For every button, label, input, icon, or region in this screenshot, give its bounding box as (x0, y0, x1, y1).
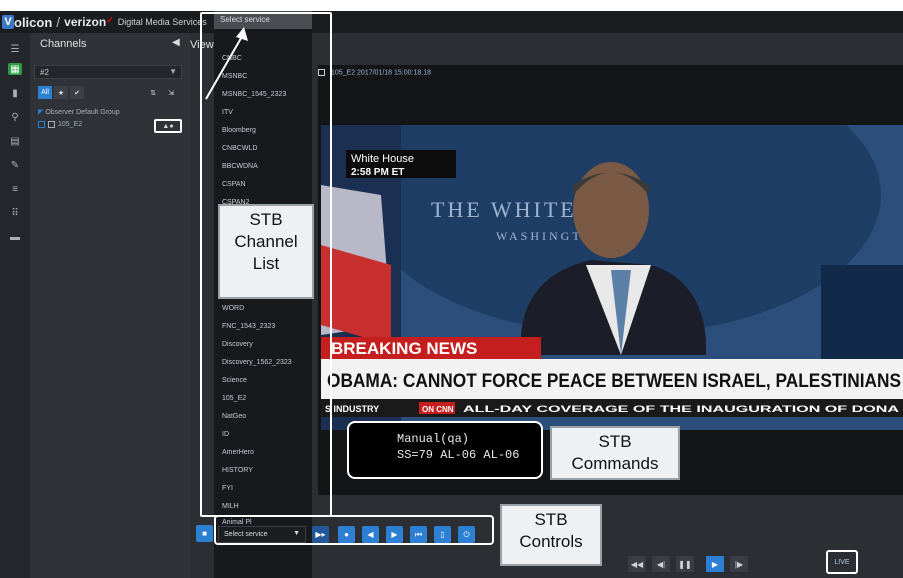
channel-item[interactable]: 105_E2 (38, 121, 82, 128)
channels-title: Channels (40, 38, 87, 50)
list-icon[interactable]: ≡ (8, 183, 22, 195)
volicon-logo: V olicon / verizon✓ Digital Media Servic… (2, 14, 207, 30)
filter-icon[interactable]: ▼ (169, 67, 177, 76)
backdrop-text: THE WHITE (431, 197, 577, 222)
all-button[interactable]: All (38, 86, 52, 99)
step-back-button[interactable]: ◀| (652, 556, 670, 572)
headline-text: OBAMA: CANNOT FORCE PEACE BETWEEN ISRAEL… (327, 371, 901, 392)
grid-icon[interactable]: ▤ (8, 135, 22, 147)
time-text: 2:58 PM ET (351, 167, 404, 178)
bookmark-icon[interactable]: ▮ (8, 87, 22, 99)
channel-toolbar-right: ⇅ ⇲ (146, 86, 178, 99)
ticker-left: S INDUSTRY (325, 404, 379, 414)
stream-title-text: 105_E2 2017/01/18 15:00:18.18 (330, 69, 431, 77)
callout-line: STB (534, 510, 568, 529)
search-value: #2 (40, 68, 49, 77)
left-nav: ☰ ▦ ▮ ⚲ ▤ ✎ ≡ ⠿ ▬ (0, 33, 30, 578)
callout-controls: STB Controls (500, 504, 602, 566)
logo-text: olicon (14, 14, 53, 30)
verizon-logo: verizon✓ (64, 15, 114, 29)
callout-channel-list: STB Channel List (218, 204, 314, 299)
collapse-icon[interactable]: ◀ (172, 37, 180, 48)
logo-initial: V (2, 15, 14, 29)
layout-icon[interactable]: ▬ (8, 231, 22, 243)
channel-toolbar: All ★ ✔ (38, 86, 84, 99)
channel-group[interactable]: ◤ Observer Default Group (38, 108, 120, 116)
group-expand-icon[interactable]: ◤ (38, 109, 43, 116)
callout-line: Controls (519, 532, 583, 551)
video-frame[interactable]: White House 2:58 PM ET THE WHITE WASHING… (321, 125, 903, 430)
step-forward-button[interactable]: |▶ (730, 556, 748, 572)
check-icon[interactable]: ✔ (70, 86, 84, 99)
export-icon[interactable]: ⇲ (164, 86, 178, 99)
edit-icon[interactable]: ✎ (8, 159, 22, 171)
menu-icon[interactable]: ☰ (8, 43, 22, 55)
callout-line: Commands (571, 454, 659, 473)
breaking-news-text: BREAKING NEWS (331, 339, 477, 358)
search-icon[interactable]: ⚲ (8, 111, 22, 123)
channels-panel: Channels ◀ #2 ▼ All ★ ✔ ⇅ ⇲ ◤ Observer D… (30, 33, 190, 578)
sort-icon[interactable]: ⇅ (146, 86, 160, 99)
callout-line: STB (598, 432, 632, 451)
white-house-text: White House (351, 153, 414, 165)
partner-name: verizon (64, 15, 107, 29)
pause-button[interactable]: ❚❚ (676, 556, 694, 572)
stb-controls-highlight (214, 515, 494, 545)
stream-title: 105_E2 2017/01/18 15:00:18.18 (318, 69, 431, 76)
rewind-button[interactable]: ◀◀ (628, 556, 646, 572)
video-area: 105_E2 2017/01/18 15:00:18.18 White Hous… (312, 33, 903, 578)
play-button[interactable]: ▶ (706, 556, 724, 572)
callout-commands: STB Commands (550, 426, 680, 480)
star-icon[interactable]: ★ (54, 86, 68, 99)
callout-line: List (252, 254, 280, 273)
callout-line: Channel (234, 232, 298, 251)
arrow-annotation (205, 27, 248, 100)
command-line-2: SS=79 AL-06 AL-06 (397, 448, 520, 462)
stb-commands-overlay: Manual(qa) SS=79 AL-06 AL-06 (347, 421, 543, 479)
channel-search-input[interactable]: #2 ▼ (34, 65, 182, 79)
logo-divider: / (56, 14, 61, 30)
group-label: Observer Default Group (45, 109, 120, 116)
channel-monitor-icon (48, 121, 55, 128)
channel-checkbox[interactable] (38, 121, 45, 128)
channel-item-label: 105_E2 (58, 121, 83, 128)
command-line-1: Manual(qa) (397, 432, 470, 446)
callout-line: STB (249, 210, 283, 229)
channels-nav-icon[interactable]: ▦ (8, 63, 22, 75)
stats-icon[interactable]: ⠿ (8, 207, 22, 219)
live-button[interactable]: LIVE (826, 550, 858, 574)
app-window: V olicon / verizon✓ Digital Media Servic… (0, 11, 903, 578)
ticker-right: ALL-DAY COVERAGE OF THE INAUGURATION OF … (463, 404, 900, 414)
product-name: Digital Media Services (117, 17, 207, 27)
ticker-badge: ON CNN (422, 405, 454, 414)
video-image: White House 2:58 PM ET THE WHITE WASHING… (321, 125, 903, 430)
channel-item-actions[interactable]: ▲● (154, 119, 182, 133)
top-bar: V olicon / verizon✓ Digital Media Servic… (0, 11, 903, 33)
toggle-button[interactable]: ■ (196, 525, 213, 542)
